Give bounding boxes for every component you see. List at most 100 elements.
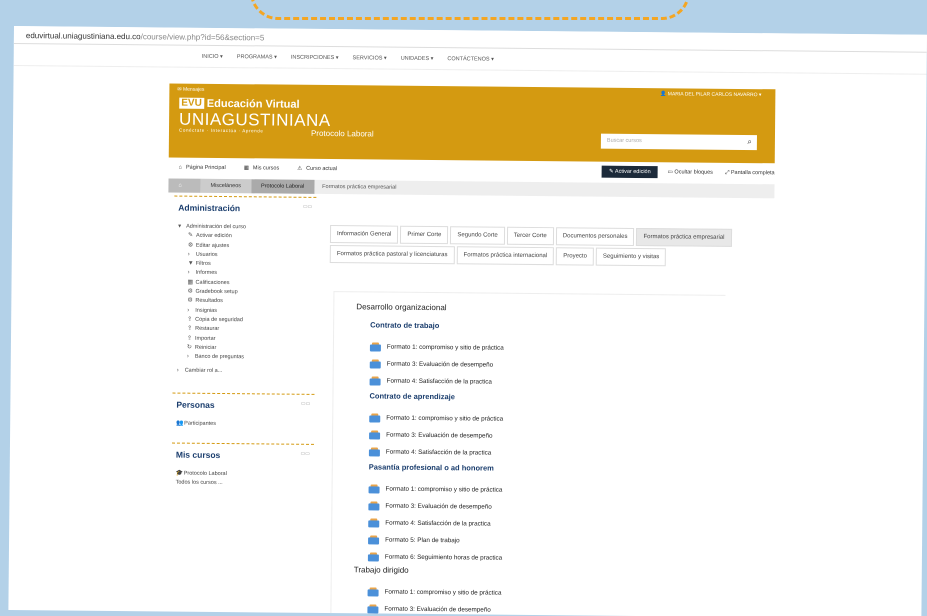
current-course-icon: ⚠: [297, 165, 303, 172]
subsection-heading: Pasantía profesional o ad honorem: [368, 462, 494, 473]
admin-item-label: Reiniciar: [194, 344, 217, 351]
site-logo[interactable]: EVU Educación Virtual UNIAGUSTINIANA Coné…: [179, 97, 331, 134]
participants-label: Participantes: [184, 420, 217, 427]
breadcrumb-current: Formatos práctica empresarial: [322, 183, 397, 191]
hide-blocks-label: Ocultar bloques: [674, 169, 713, 176]
resource-link-label: Formato 4: Satisfacción de la practica: [386, 377, 492, 386]
tab-9[interactable]: Proyecto: [556, 247, 595, 266]
admin-item-icon: ▦: [187, 279, 194, 286]
admin-item-label: Informes: [195, 270, 218, 277]
participants-link[interactable]: 👥Participantes: [176, 419, 310, 430]
resource-link-label: Formato 5: Plan de trabajo: [385, 536, 460, 545]
edit-mode-button[interactable]: ✎ Activar edición: [602, 165, 658, 179]
breadcrumb: ⌂ Misceláneos Protocolo Laboral Formatos…: [168, 178, 775, 199]
resource-link-label: Formato 1: compromiso y sitio de práctic…: [386, 414, 504, 423]
file-icon: [368, 484, 381, 494]
resource-link-label: Formato 3: Evaluación de desempeño: [384, 605, 491, 614]
tab-5[interactable]: Documentos personales: [555, 227, 635, 246]
messages-label: Mensajes: [182, 86, 205, 93]
messages-link[interactable]: ✉ Mensajes: [177, 87, 204, 93]
admin-item-icon: ›: [187, 251, 190, 258]
tab-7[interactable]: Formatos práctica pastoral y licenciatur…: [329, 245, 455, 265]
admin-item-label: Banco de preguntas: [194, 353, 245, 361]
logo-badge: EVU: [179, 97, 204, 109]
resource-link[interactable]: Formato 4: Satisfacción de la practica: [355, 443, 724, 464]
tab-8[interactable]: Formatos práctica internacional: [456, 246, 555, 266]
nav-item[interactable]: PROGRAMAS ▾: [237, 54, 277, 60]
breadcrumb-course[interactable]: Protocolo Laboral: [250, 179, 315, 194]
file-icon: [367, 604, 379, 614]
course-link-label: Protocolo Laboral: [183, 470, 227, 478]
file-icon: [368, 535, 380, 545]
resource-link-label: Formato 4: Satisfacción de la practica: [385, 519, 491, 528]
admin-item-icon: ✎: [187, 232, 194, 240]
mycourses-block-title: Mis cursos: [175, 449, 221, 461]
admin-item-label: Copia de seguridad: [195, 316, 243, 324]
site-header: ✉ Mensajes 👤 MARIA DEL PILAR CARLOS NAVA…: [168, 83, 776, 164]
resource-link-label: Formato 1: compromiso y sitio de práctic…: [384, 588, 502, 597]
admin-item-label: Gradebook setup: [195, 288, 238, 296]
admin-item-label: Calificaciones: [195, 279, 230, 286]
breadcrumb-category[interactable]: Misceláneos: [200, 178, 252, 194]
section-tabs: Información General Primer Corte Segundo C…: [329, 225, 750, 269]
people-block: Personas ▭▭ 👥Participantes: [172, 392, 315, 440]
url-path: /course/view.php?id=56&section=5: [140, 32, 265, 43]
admin-item-icon: ↻: [186, 344, 192, 351]
resource-link-label: Formato 1: compromiso y sitio de práctic…: [386, 343, 504, 352]
admin-item-icon: ⚙: [187, 288, 193, 295]
file-icon: [369, 359, 382, 369]
breadcrumb-home[interactable]: ⌂: [168, 178, 201, 193]
admin-item-label: Cambiar rol a...: [184, 368, 223, 375]
courses-icon: ▦: [243, 165, 249, 172]
admin-item-icon: ›: [187, 270, 190, 277]
search-placeholder: Buscar cursos: [606, 137, 642, 145]
block-controls-icon[interactable]: ▭▭: [301, 401, 311, 411]
nav-item[interactable]: INICIO ▾: [202, 53, 223, 59]
admin-item-label: Filtros: [195, 260, 211, 268]
resource-link-label: Formato 1: compromiso y sitio de práctic…: [385, 485, 503, 494]
home-link[interactable]: Página Principal: [186, 165, 226, 171]
block-controls-icon[interactable]: ▭▭: [300, 451, 310, 461]
admin-item[interactable]: › Banco de preguntas: [177, 353, 311, 364]
admin-item-icon: ⇪: [187, 325, 193, 332]
decorative-dashed-arc: [250, 0, 690, 20]
resource-link-label: Formato 3: Evaluación de desempeño: [386, 360, 494, 369]
file-icon: [367, 587, 380, 597]
current-course-link[interactable]: Curso actual: [306, 166, 337, 172]
people-block-title: Personas: [176, 399, 215, 410]
tab-10[interactable]: Seguimiento y visitas: [595, 247, 667, 267]
resource-link[interactable]: Formato 4: Satisfacción de la practica: [356, 372, 725, 393]
search-input[interactable]: Buscar cursos ⌕: [600, 133, 757, 151]
tab-6[interactable]: Formatos práctica empresarial: [636, 227, 732, 247]
file-icon: [369, 342, 382, 352]
admin-item-icon: ›: [187, 307, 190, 314]
file-icon: [369, 413, 381, 423]
nav-item[interactable]: INSCRIPCIONES ▾: [291, 54, 339, 60]
users-icon: 👥: [176, 420, 184, 427]
mycourses-link[interactable]: Mis cursos: [253, 165, 279, 171]
admin-item[interactable]: › Cambiar rol a...: [177, 367, 311, 378]
tab-1[interactable]: Información General: [329, 225, 399, 244]
hide-blocks-button[interactable]: ▭ Ocultar bloques: [668, 169, 713, 175]
user-menu[interactable]: 👤 MARIA DEL PILAR CARLOS NAVARRO ▾: [660, 91, 761, 98]
tab-4[interactable]: Tercer Corte: [506, 226, 554, 246]
fullscreen-button[interactable]: ⤢ Pantalla completa: [725, 169, 775, 176]
resource-link[interactable]: Formato 3: Evaluación de desempeño: [353, 600, 722, 616]
admin-item-label: Usuarios: [195, 251, 218, 258]
block-controls-icon[interactable]: ▭▭: [303, 204, 313, 214]
file-icon: [368, 447, 381, 457]
nav-item[interactable]: UNIDADES ▾: [401, 55, 434, 61]
tab-2[interactable]: Primer Corte: [400, 225, 449, 245]
logo-name: UNIAGUSTINIANA: [179, 109, 331, 131]
file-icon: [368, 501, 380, 511]
all-courses-link[interactable]: Todos los cursos ...: [176, 479, 310, 490]
main-region: Información General Primer Corte Segundo C…: [329, 225, 750, 269]
admin-item-label: Activar edición: [195, 233, 232, 240]
search-icon[interactable]: ⌕: [747, 137, 752, 147]
admin-item-label: Editar ajustes: [195, 242, 230, 249]
admin-item-icon: ⚙: [187, 298, 193, 305]
nav-item[interactable]: SERVICIOS ▾: [353, 55, 387, 61]
tab-3[interactable]: Segundo Corte: [450, 226, 505, 245]
nav-item[interactable]: CONTÁCTENOS ▾: [447, 56, 494, 62]
admin-item-icon: ⚙: [187, 242, 194, 249]
